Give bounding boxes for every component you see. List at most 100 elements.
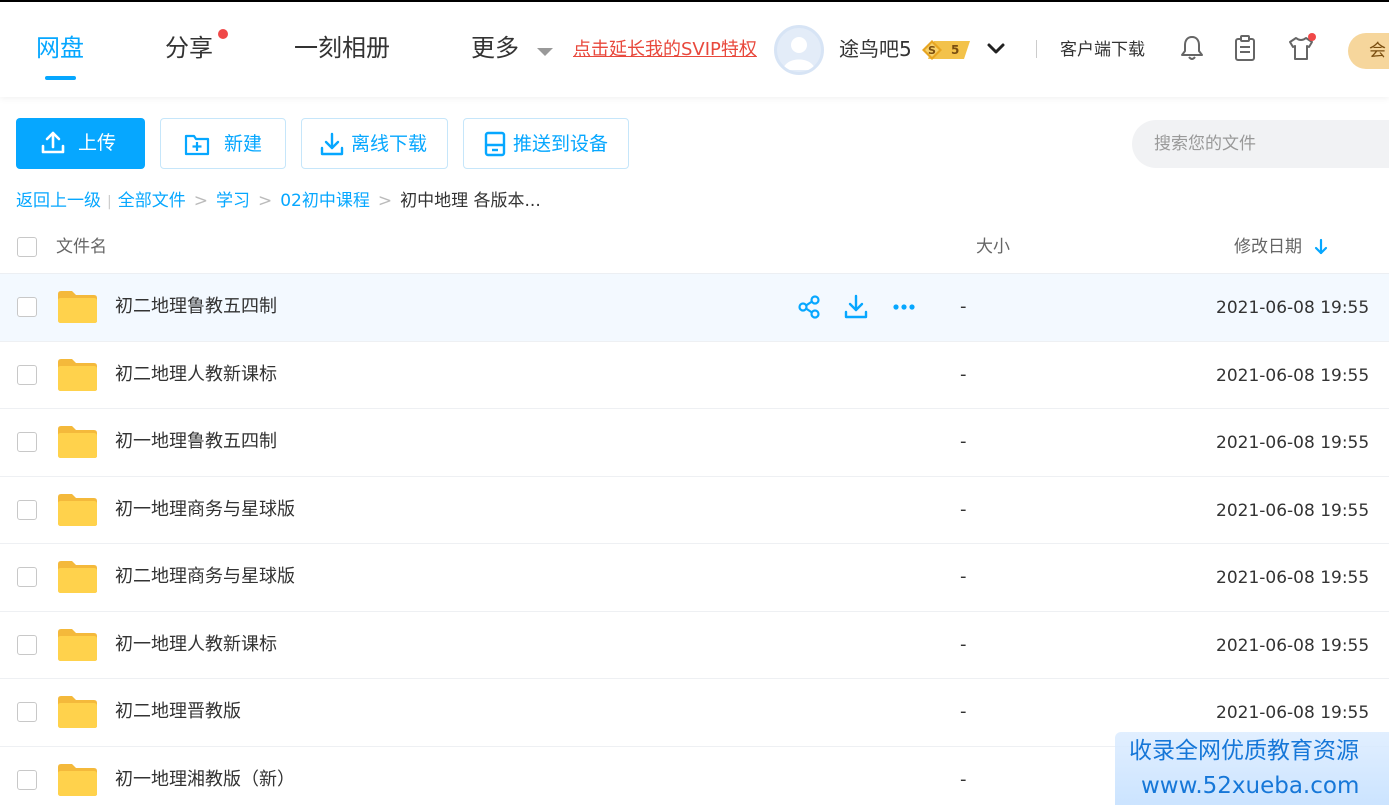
file-size: - xyxy=(960,498,967,520)
client-download-link[interactable]: 客户端下载 xyxy=(1060,38,1145,62)
watermark-url: www.52xueba.com xyxy=(1141,773,1360,799)
push-to-device-button-label: 推送到设备 xyxy=(513,133,609,155)
member-button[interactable]: 会 xyxy=(1348,33,1389,69)
search-box[interactable] xyxy=(1132,120,1389,168)
column-header-size[interactable]: 大小 xyxy=(976,234,1010,260)
member-button-label: 会 xyxy=(1369,41,1386,61)
file-name[interactable]: 初一地理人教新课标 xyxy=(115,632,277,658)
file-size: - xyxy=(960,633,967,655)
offline-download-button-label: 离线下载 xyxy=(351,133,428,155)
file-name[interactable]: 初一地理商务与星球版 xyxy=(115,497,295,523)
row-checkbox[interactable] xyxy=(17,499,37,520)
svip-extend-link[interactable]: 点击延长我的SVIP特权 xyxy=(573,38,757,62)
table-row[interactable]: 初二地理人教新课标 - 2021-06-08 19:55 xyxy=(0,341,1389,409)
file-size: - xyxy=(960,431,967,452)
file-modified-date: 2021-06-08 19:55 xyxy=(1216,500,1370,521)
column-header-modified[interactable]: 修改日期 xyxy=(1234,234,1302,260)
breadcrumb-divider: | xyxy=(107,194,112,210)
file-size: - xyxy=(960,296,967,317)
file-name[interactable]: 初二地理鲁教五四制 xyxy=(115,294,277,320)
breadcrumb-separator: > xyxy=(377,191,393,211)
download-icon xyxy=(320,132,344,156)
top-navigation-bar: 网盘 分享 一刻相册 更多 点击延长我的SVIP特权 途鸟吧5 S 5 客户端下… xyxy=(0,2,1389,97)
file-name[interactable]: 初二地理晋教版 xyxy=(115,699,241,725)
tab-share[interactable]: 分享 xyxy=(165,32,213,64)
row-checkbox[interactable] xyxy=(17,364,37,385)
row-checkbox[interactable] xyxy=(17,702,37,722)
folder-icon xyxy=(58,291,97,323)
file-size: - xyxy=(960,566,967,587)
push-to-device-button[interactable]: 推送到设备 xyxy=(463,118,629,169)
more-caret-icon[interactable] xyxy=(537,48,553,56)
new-folder-button-label: 新建 xyxy=(224,133,263,155)
new-folder-icon xyxy=(184,134,210,156)
file-name[interactable]: 初一地理湘教版（新） xyxy=(115,767,295,793)
watermark-banner: 收录全网优质教育资源 www.52xueba.com xyxy=(1115,732,1389,805)
folder-icon xyxy=(58,763,97,796)
device-icon xyxy=(484,131,506,157)
upload-button-label: 上传 xyxy=(78,132,117,154)
folder-icon xyxy=(58,628,97,661)
share-icon[interactable] xyxy=(796,294,822,320)
watermark-slogan: 收录全网优质教育资源 xyxy=(1129,738,1359,764)
tab-more[interactable]: 更多 xyxy=(471,32,519,64)
upload-button[interactable]: 上传 xyxy=(16,118,145,169)
divider xyxy=(1036,40,1037,58)
breadcrumb-separator: > xyxy=(193,191,208,211)
column-header-name[interactable]: 文件名 xyxy=(56,234,107,260)
svip-level-badge[interactable]: S 5 xyxy=(920,39,972,61)
file-modified-date: 2021-06-08 19:55 xyxy=(1216,365,1370,386)
bell-icon[interactable] xyxy=(1178,34,1206,62)
breadcrumb-junior-courses[interactable]: 02初中课程 xyxy=(280,191,370,211)
file-modified-date: 2021-06-08 19:55 xyxy=(1216,703,1370,723)
breadcrumb-all-files[interactable]: 全部文件 xyxy=(118,191,186,211)
upload-icon xyxy=(41,131,65,154)
share-notification-dot xyxy=(218,29,228,39)
file-size: - xyxy=(960,363,967,385)
folder-icon xyxy=(58,561,97,593)
row-checkbox[interactable] xyxy=(17,432,37,452)
row-checkbox[interactable] xyxy=(17,634,37,655)
clipboard-icon[interactable] xyxy=(1231,34,1259,62)
breadcrumb-separator: > xyxy=(257,191,273,211)
breadcrumb-study[interactable]: 学习 xyxy=(216,191,250,211)
avatar[interactable] xyxy=(774,25,824,75)
file-modified-date: 2021-06-08 19:55 xyxy=(1216,433,1370,453)
tab-netdisk[interactable]: 网盘 xyxy=(36,32,84,64)
breadcrumb: 返回上一级 | 全部文件 > 学习 >02初中课程 > 初中地理 各版本... xyxy=(16,188,541,214)
back-link[interactable]: 返回上一级 xyxy=(16,191,101,211)
table-row[interactable]: 初一地理鲁教五四制 - 2021-06-08 19:55 xyxy=(0,409,1389,477)
folder-icon xyxy=(58,358,97,391)
file-modified-date: 2021-06-08 19:55 xyxy=(1216,635,1370,656)
row-checkbox[interactable] xyxy=(17,297,37,317)
svip-level-number: 5 xyxy=(951,43,960,57)
row-checkbox[interactable] xyxy=(17,567,37,587)
row-checkbox[interactable] xyxy=(17,769,37,790)
file-size: - xyxy=(960,701,967,722)
file-modified-date: 2021-06-08 19:55 xyxy=(1216,568,1370,588)
folder-icon xyxy=(58,426,97,458)
table-row[interactable]: 初二地理鲁教五四制 - 2021-06-08 19:55 xyxy=(0,274,1389,342)
file-name[interactable]: 初一地理鲁教五四制 xyxy=(115,429,277,455)
sort-descending-icon[interactable] xyxy=(1314,238,1328,256)
chevron-down-icon[interactable] xyxy=(986,39,1006,59)
download-icon[interactable] xyxy=(843,294,869,320)
tab-moment-album[interactable]: 一刻相册 xyxy=(294,32,390,64)
file-name[interactable]: 初二地理商务与星球版 xyxy=(115,564,295,590)
folder-icon xyxy=(58,696,97,728)
user-avatar-icon xyxy=(783,37,815,70)
search-input[interactable] xyxy=(1154,130,1374,158)
file-size: - xyxy=(960,768,967,790)
more-icon[interactable] xyxy=(891,294,917,320)
table-row[interactable]: 初一地理人教新课标 - 2021-06-08 19:55 xyxy=(0,611,1389,679)
table-row[interactable]: 初一地理商务与星球版 - 2021-06-08 19:55 xyxy=(0,476,1389,544)
select-all-checkbox[interactable] xyxy=(17,237,37,257)
svip-badge-icon: S xyxy=(922,40,970,60)
active-tab-indicator xyxy=(45,76,76,80)
table-row[interactable]: 初二地理商务与星球版 - 2021-06-08 19:55 xyxy=(0,544,1389,612)
svg-text:S: S xyxy=(928,44,936,57)
username[interactable]: 途鸟吧5 xyxy=(839,35,912,63)
offline-download-button[interactable]: 离线下载 xyxy=(301,118,448,169)
new-folder-button[interactable]: 新建 xyxy=(160,118,286,169)
file-name[interactable]: 初二地理人教新课标 xyxy=(115,362,277,388)
